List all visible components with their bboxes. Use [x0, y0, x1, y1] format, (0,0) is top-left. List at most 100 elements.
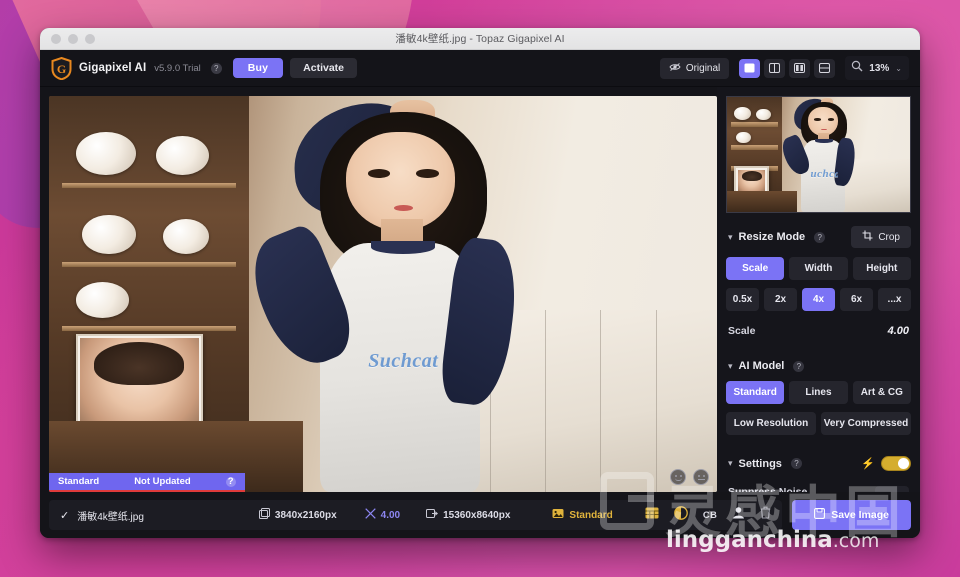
scale-key-label: Scale — [728, 325, 756, 337]
scale-arrows-icon — [364, 508, 376, 522]
file-selected-checkmark-icon[interactable]: ✓ — [60, 509, 69, 522]
bottom-bar: ✓ 潘敏4k壁纸.jpg 3840x2160px 4.00 15360x8640… — [40, 492, 920, 538]
smile-face-icon[interactable] — [670, 469, 686, 485]
ai-model-standard[interactable]: Standard — [726, 381, 785, 404]
image-dimensions-icon — [258, 508, 270, 522]
auto-settings-toggle-group: ⚡ — [861, 456, 911, 471]
badge-help-icon[interactable]: ? — [225, 476, 236, 487]
scale-factor-0-5x[interactable]: 0.5x — [726, 288, 759, 311]
crop-icon — [862, 230, 873, 244]
brand-help-icon[interactable]: ? — [210, 62, 222, 74]
scale-value[interactable]: 4.00 — [888, 325, 909, 337]
model-group: Standard — [552, 508, 613, 522]
preview-photo: Suchcat — [49, 96, 717, 492]
brand: G Gigapixel AI v5.9.0 Trial ? — [51, 56, 222, 80]
window-title: 潘敏4k壁纸.jpg - Topaz Gigapixel AI — [395, 33, 565, 45]
ai-model-header[interactable]: ▾ AI Model ? — [726, 347, 911, 381]
scale-factor-4x[interactable]: 4x — [802, 288, 835, 311]
grid-icon[interactable] — [645, 506, 659, 524]
magnifier-icon — [851, 59, 863, 77]
resize-mode-header[interactable]: ▾ Resize Mode ? Crop — [726, 213, 911, 257]
chevron-down-icon[interactable]: ⌄ — [895, 64, 902, 73]
save-image-label: Save Image — [831, 509, 889, 521]
resize-mode-help-icon[interactable]: ? — [814, 231, 826, 243]
scale-factor-2x[interactable]: 2x — [764, 288, 797, 311]
chevron-down-icon[interactable]: ▾ — [728, 361, 733, 372]
ai-model-row-1: Standard Lines Art & CG — [726, 381, 911, 404]
settings-title: Settings — [738, 457, 782, 470]
chevron-down-icon[interactable]: ▾ — [728, 232, 733, 243]
ai-model-row-2: Low Resolution Very Compressed — [726, 412, 911, 435]
svg-text:G: G — [57, 62, 66, 76]
settings-help-icon[interactable]: ? — [790, 458, 802, 469]
view-mode-single[interactable] — [739, 58, 761, 78]
file-name-label: 潘敏4k壁纸.jpg — [77, 511, 144, 523]
feedback-buttons — [670, 469, 709, 485]
badge-model-label: Standard — [58, 476, 100, 487]
file-info-strip[interactable]: ✓ 潘敏4k壁纸.jpg 3840x2160px 4.00 15360x8640… — [49, 500, 783, 530]
model-name-value: Standard — [569, 509, 613, 521]
output-size-value: 15360x8640px — [443, 509, 511, 521]
scale-factor-value: 4.00 — [380, 509, 401, 521]
output-size-group: 15360x8640px — [426, 508, 510, 522]
show-original-label: Original — [685, 62, 721, 74]
ai-model-lines[interactable]: Lines — [789, 381, 848, 404]
app-body: Suchcat Standard Not Updated ? uchc ▾ Re… — [40, 87, 920, 492]
crop-label: Crop — [878, 231, 900, 243]
view-mode-split[interactable] — [764, 58, 786, 78]
ai-model-title: AI Model — [738, 360, 785, 372]
version-label: v5.9.0 Trial — [154, 62, 201, 74]
badge-status-label: Not Updated — [134, 476, 191, 487]
input-size-value: 3840x2160px — [274, 509, 337, 521]
resize-mode-height[interactable]: Height — [852, 257, 911, 280]
view-mode-side-by-side[interactable] — [789, 58, 811, 78]
scale-factor-group: 0.5x 2x 4x 6x ...x — [726, 288, 911, 311]
ai-model-art-cg[interactable]: Art & CG — [852, 381, 911, 404]
chevron-down-icon[interactable]: ▾ — [728, 458, 733, 469]
image-viewer[interactable]: Suchcat Standard Not Updated ? — [49, 96, 717, 492]
settings-panel: Suchcat ▾ Resize Mode ? — [717, 87, 920, 492]
view-mode-group — [739, 58, 836, 78]
shirt-graphic-text: Suchcat — [368, 349, 439, 372]
neutral-face-icon[interactable] — [693, 469, 709, 485]
activate-button[interactable]: Activate — [290, 58, 358, 78]
resize-mode-title: Resize Mode — [738, 231, 806, 243]
model-image-icon — [552, 508, 564, 522]
ai-model-low-resolution[interactable]: Low Resolution — [726, 412, 816, 435]
scale-value-row: Scale 4.00 — [726, 319, 911, 347]
thumb-shirt-graphic-text: Suchcat — [810, 168, 838, 180]
gigapixel-logo-icon: G — [51, 56, 72, 80]
contrast-icon[interactable] — [674, 505, 688, 525]
input-size-group: 3840x2160px — [258, 508, 337, 522]
export-size-icon — [426, 508, 439, 522]
bottom-icon-group: CB — [645, 505, 771, 525]
subject-person: Suchcat — [239, 96, 570, 492]
zoom-control[interactable]: 13% ⌄ — [845, 56, 909, 80]
resize-mode-scale[interactable]: Scale — [726, 257, 785, 280]
trash-icon[interactable] — [760, 506, 771, 524]
scale-factor-custom[interactable]: ...x — [878, 288, 911, 311]
resize-mode-width[interactable]: Width — [789, 257, 848, 280]
panel-sections: ▾ Resize Mode ? Crop Scale Width Height … — [717, 213, 920, 492]
app-toolbar: G Gigapixel AI v5.9.0 Trial ? Buy Activa… — [40, 50, 920, 87]
settings-header[interactable]: ▾ Settings ? ⚡ — [726, 443, 911, 480]
title-bar: 潘敏4k壁纸.jpg - Topaz Gigapixel AI — [40, 28, 920, 50]
ai-model-very-compressed[interactable]: Very Compressed — [821, 412, 911, 435]
show-original-button[interactable]: Original — [659, 57, 730, 79]
lightning-bolt-icon: ⚡ — [861, 458, 875, 470]
save-image-button[interactable]: Save Image — [792, 500, 911, 530]
brand-name: Gigapixel AI — [79, 62, 147, 74]
crop-button[interactable]: Crop — [851, 226, 911, 248]
person-icon[interactable] — [732, 506, 745, 524]
app-window: 潘敏4k壁纸.jpg - Topaz Gigapixel AI G Gigapi… — [40, 28, 920, 538]
suppress-noise-row: Suppress Noise 60 — [726, 480, 911, 492]
save-icon — [814, 508, 826, 522]
view-mode-stacked[interactable] — [814, 58, 836, 78]
buy-button[interactable]: Buy — [232, 58, 284, 78]
auto-settings-toggle[interactable] — [881, 456, 911, 471]
eye-off-icon — [669, 62, 681, 75]
scale-factor-6x[interactable]: 6x — [840, 288, 873, 311]
toolbar-right-group: Original 13% ⌄ — [659, 56, 909, 80]
thumbnail-preview[interactable]: Suchcat — [726, 96, 911, 213]
ai-model-help-icon[interactable]: ? — [793, 360, 805, 372]
